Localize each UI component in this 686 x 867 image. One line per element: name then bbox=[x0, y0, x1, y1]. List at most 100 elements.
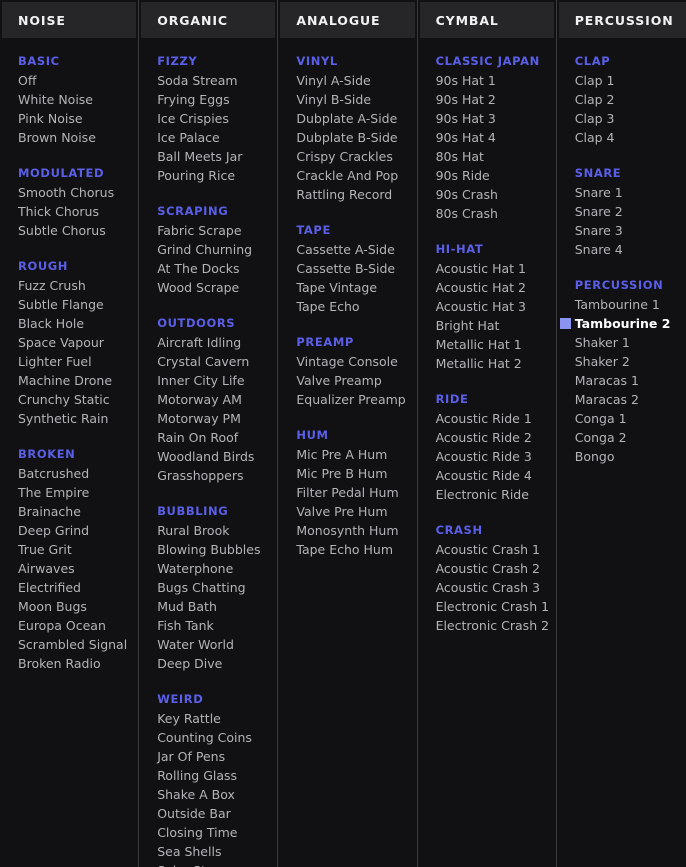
list-item[interactable]: 80s Crash bbox=[418, 204, 556, 223]
list-item[interactable]: Bugs Chatting bbox=[139, 578, 277, 597]
list-item[interactable]: Blowing Bubbles bbox=[139, 540, 277, 559]
list-item[interactable]: Brainache bbox=[0, 502, 138, 521]
list-item[interactable]: Frying Eggs bbox=[139, 90, 277, 109]
list-item[interactable]: Mud Bath bbox=[139, 597, 277, 616]
list-item[interactable]: Rain On Roof bbox=[139, 428, 277, 447]
list-item[interactable]: 80s Hat bbox=[418, 147, 556, 166]
list-item[interactable]: Acoustic Crash 1 bbox=[418, 540, 556, 559]
column-header[interactable]: ORGANIC bbox=[141, 2, 276, 38]
list-item[interactable]: Crackle And Pop bbox=[278, 166, 416, 185]
list-item[interactable]: True Grit bbox=[0, 540, 138, 559]
list-item[interactable]: Vinyl B-Side bbox=[278, 90, 416, 109]
list-item[interactable]: Equalizer Preamp bbox=[278, 390, 416, 409]
list-item[interactable]: Clap 1 bbox=[557, 71, 686, 90]
list-item[interactable]: Fuzz Crush bbox=[0, 276, 138, 295]
list-item[interactable]: Shake A Box bbox=[139, 785, 277, 804]
list-item[interactable]: Acoustic Crash 2 bbox=[418, 559, 556, 578]
list-item[interactable]: Electronic Crash 2 bbox=[418, 616, 556, 635]
list-item[interactable]: Closing Time bbox=[139, 823, 277, 842]
list-item[interactable]: Mic Pre B Hum bbox=[278, 464, 416, 483]
list-item[interactable]: Machine Drone bbox=[0, 371, 138, 390]
list-item[interactable]: Fish Tank bbox=[139, 616, 277, 635]
list-item[interactable]: Aircraft Idling bbox=[139, 333, 277, 352]
list-item[interactable]: Shaker 2 bbox=[557, 352, 686, 371]
list-item[interactable]: Crystal Cavern bbox=[139, 352, 277, 371]
list-item[interactable]: Pink Noise bbox=[0, 109, 138, 128]
list-item[interactable]: Acoustic Ride 2 bbox=[418, 428, 556, 447]
list-item[interactable]: Filter Pedal Hum bbox=[278, 483, 416, 502]
list-item[interactable]: Electronic Ride bbox=[418, 485, 556, 504]
column-header[interactable]: PERCUSSION bbox=[558, 2, 686, 38]
list-item[interactable]: Crunchy Static bbox=[0, 390, 138, 409]
list-item[interactable]: 90s Ride bbox=[418, 166, 556, 185]
list-item[interactable]: Valve Preamp bbox=[278, 371, 416, 390]
list-item[interactable]: Wood Scrape bbox=[139, 278, 277, 297]
list-item[interactable]: Acoustic Hat 3 bbox=[418, 297, 556, 316]
list-item[interactable]: Dubplate B-Side bbox=[278, 128, 416, 147]
list-item-selected[interactable]: Tambourine 2 bbox=[557, 314, 686, 333]
list-item[interactable]: Conga 2 bbox=[557, 428, 686, 447]
list-item[interactable]: Motorway AM bbox=[139, 390, 277, 409]
list-item[interactable]: Lighter Fuel bbox=[0, 352, 138, 371]
list-item[interactable]: Shaker 1 bbox=[557, 333, 686, 352]
list-item[interactable]: 90s Hat 4 bbox=[418, 128, 556, 147]
list-item[interactable]: Scrambled Signal bbox=[0, 635, 138, 654]
list-item[interactable]: Deep Dive bbox=[139, 654, 277, 673]
list-item[interactable]: Subtle Chorus bbox=[0, 221, 138, 240]
list-item[interactable]: Valve Pre Hum bbox=[278, 502, 416, 521]
list-item[interactable]: Vinyl A-Side bbox=[278, 71, 416, 90]
list-item[interactable]: Electrified bbox=[0, 578, 138, 597]
list-item[interactable]: Fabric Scrape bbox=[139, 221, 277, 240]
list-item[interactable]: Broken Radio bbox=[0, 654, 138, 673]
list-item[interactable]: Snare 3 bbox=[557, 221, 686, 240]
list-item[interactable]: Solar Storm bbox=[139, 861, 277, 867]
list-item[interactable]: Rattling Record bbox=[278, 185, 416, 204]
list-item[interactable]: 90s Hat 3 bbox=[418, 109, 556, 128]
list-item[interactable]: Waterphone bbox=[139, 559, 277, 578]
list-item[interactable]: Key Rattle bbox=[139, 709, 277, 728]
list-item[interactable]: Mic Pre A Hum bbox=[278, 445, 416, 464]
list-item[interactable]: Airwaves bbox=[0, 559, 138, 578]
list-item[interactable]: Deep Grind bbox=[0, 521, 138, 540]
list-item[interactable]: Woodland Birds bbox=[139, 447, 277, 466]
list-item[interactable]: Subtle Flange bbox=[0, 295, 138, 314]
column-header[interactable]: ANALOGUE bbox=[280, 2, 415, 38]
column-header[interactable]: NOISE bbox=[2, 2, 137, 38]
list-item[interactable]: Ball Meets Jar bbox=[139, 147, 277, 166]
column-header[interactable]: CYMBAL bbox=[419, 2, 554, 38]
list-item[interactable]: Crispy Crackles bbox=[278, 147, 416, 166]
list-item[interactable]: Maracas 1 bbox=[557, 371, 686, 390]
list-item[interactable]: Bongo bbox=[557, 447, 686, 466]
list-item[interactable]: Space Vapour bbox=[0, 333, 138, 352]
list-item[interactable]: Monosynth Hum bbox=[278, 521, 416, 540]
list-item[interactable]: Clap 4 bbox=[557, 128, 686, 147]
list-item[interactable]: Thick Chorus bbox=[0, 202, 138, 221]
list-item[interactable]: 90s Hat 1 bbox=[418, 71, 556, 90]
list-item[interactable]: Sea Shells bbox=[139, 842, 277, 861]
list-item[interactable]: Acoustic Hat 1 bbox=[418, 259, 556, 278]
list-item[interactable]: Acoustic Ride 4 bbox=[418, 466, 556, 485]
list-item[interactable]: Tambourine 1 bbox=[557, 295, 686, 314]
list-item[interactable]: White Noise bbox=[0, 90, 138, 109]
list-item[interactable]: The Empire bbox=[0, 483, 138, 502]
list-item[interactable]: Acoustic Ride 1 bbox=[418, 409, 556, 428]
list-item[interactable]: Acoustic Ride 3 bbox=[418, 447, 556, 466]
list-item[interactable]: Motorway PM bbox=[139, 409, 277, 428]
list-item[interactable]: Europa Ocean bbox=[0, 616, 138, 635]
list-item[interactable]: Clap 2 bbox=[557, 90, 686, 109]
list-item[interactable]: Acoustic Hat 2 bbox=[418, 278, 556, 297]
list-item[interactable]: Snare 4 bbox=[557, 240, 686, 259]
list-item[interactable]: Jar Of Pens bbox=[139, 747, 277, 766]
list-item[interactable]: Grind Churning bbox=[139, 240, 277, 259]
list-item[interactable]: Snare 2 bbox=[557, 202, 686, 221]
list-item[interactable]: Vintage Console bbox=[278, 352, 416, 371]
list-item[interactable]: Bright Hat bbox=[418, 316, 556, 335]
list-item[interactable]: Rolling Glass bbox=[139, 766, 277, 785]
list-item[interactable]: Off bbox=[0, 71, 138, 90]
list-item[interactable]: Clap 3 bbox=[557, 109, 686, 128]
list-item[interactable]: Acoustic Crash 3 bbox=[418, 578, 556, 597]
list-item[interactable]: Dubplate A-Side bbox=[278, 109, 416, 128]
list-item[interactable]: Metallic Hat 1 bbox=[418, 335, 556, 354]
list-item[interactable]: Rural Brook bbox=[139, 521, 277, 540]
list-item[interactable]: Pouring Rice bbox=[139, 166, 277, 185]
